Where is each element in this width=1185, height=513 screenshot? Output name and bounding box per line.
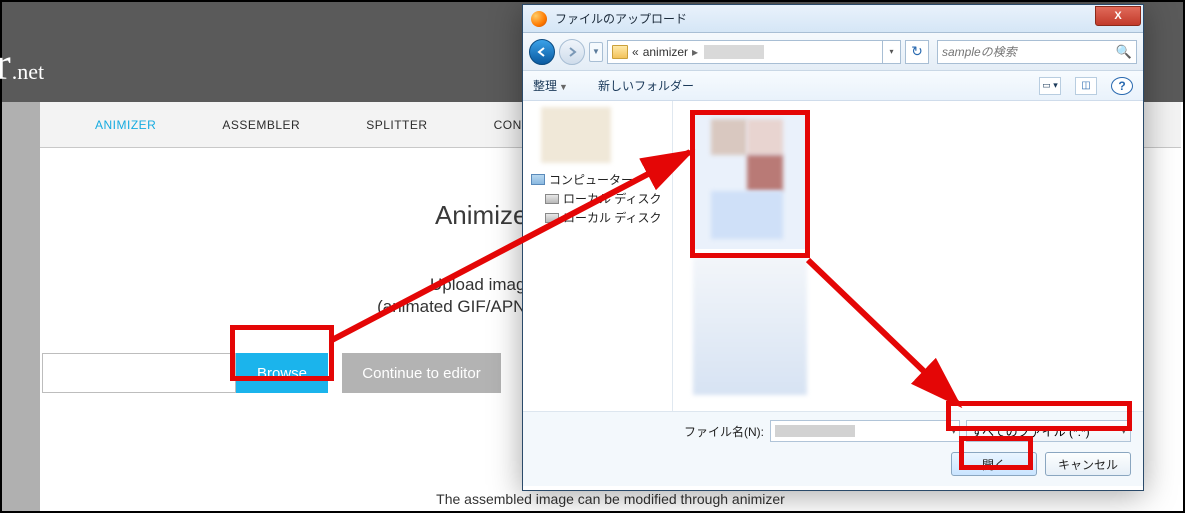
refresh-button[interactable]: ↻ (905, 40, 929, 64)
filename-row: ファイル名(N): ▾ すべてのファイル (*.*) ▾ (535, 420, 1131, 442)
selected-thumbnail[interactable] (693, 111, 807, 249)
back-button[interactable] (529, 39, 555, 65)
page-gutter (2, 102, 40, 511)
file-list-area[interactable] (673, 101, 1143, 411)
breadcrumb-bar[interactable]: « animizer ▸ ▾ (607, 40, 901, 64)
chevron-down-icon[interactable]: ▾ (951, 426, 956, 437)
forward-button[interactable] (559, 39, 585, 65)
continue-button[interactable]: Continue to editor (342, 353, 501, 393)
filename-blur (775, 425, 855, 437)
file-dialog: ファイルのアップロード X ▼ « animizer ▸ ▾ ↻ 🔍 整理▼ 新… (522, 4, 1144, 491)
tree-local-disk-1[interactable]: ローカル ディスク (531, 190, 668, 207)
close-icon: X (1114, 10, 1121, 22)
tree-computer[interactable]: コンピューター (531, 171, 668, 188)
folder-icon (612, 45, 628, 59)
breadcrumb-prefix: « (632, 45, 639, 59)
nav-item-assembler[interactable]: ASSEMBLER (222, 118, 300, 132)
tree-blurred-section (541, 107, 611, 163)
search-box[interactable]: 🔍 (937, 40, 1137, 64)
chevron-right-icon[interactable]: ▸ (688, 45, 702, 59)
thumbnail-2[interactable] (693, 257, 807, 395)
search-input[interactable] (942, 45, 1116, 59)
filter-label: すべてのファイル (*.*) (971, 423, 1090, 440)
brand-right: .net (12, 59, 44, 84)
search-icon[interactable]: 🔍 (1116, 44, 1132, 60)
history-dropdown[interactable]: ▼ (589, 42, 603, 62)
brand-left: er (0, 38, 12, 89)
folder-tree[interactable]: コンピューター ローカル ディスク ローカル ディスク (523, 101, 673, 411)
open-button[interactable]: 開く (951, 452, 1037, 476)
breadcrumb-dropdown[interactable]: ▾ (882, 41, 900, 63)
file-input[interactable] (42, 353, 236, 393)
hdd-icon (545, 213, 559, 223)
close-button[interactable]: X (1095, 6, 1141, 26)
dialog-bottom: ファイル名(N): ▾ すべてのファイル (*.*) ▾ 開く キャンセル (523, 411, 1143, 486)
dialog-titlebar[interactable]: ファイルのアップロード X (523, 5, 1143, 33)
help-button[interactable]: ? (1111, 77, 1133, 95)
filename-label: ファイル名(N): (684, 423, 764, 440)
chevron-down-icon[interactable]: ▾ (1121, 426, 1126, 437)
footer-cut-text: The assembled image can be modified thro… (40, 491, 1181, 507)
site-brand: er.net (0, 37, 44, 90)
browse-button[interactable]: Browse (236, 353, 328, 393)
dialog-title: ファイルのアップロード (555, 10, 687, 27)
dialog-toolbar: 整理▼ 新しいフォルダー ▭ ▾ ◫ ? (523, 71, 1143, 101)
breadcrumb-blur (704, 45, 764, 59)
tree-local-disk-2[interactable]: ローカル ディスク (531, 209, 668, 226)
dialog-body: コンピューター ローカル ディスク ローカル ディスク (523, 101, 1143, 411)
firefox-icon (531, 11, 547, 27)
organize-button[interactable]: 整理▼ (533, 77, 568, 94)
view-button[interactable]: ▭ ▾ (1039, 77, 1061, 95)
filetype-filter[interactable]: すべてのファイル (*.*) ▾ (966, 420, 1131, 442)
new-folder-button[interactable]: 新しいフォルダー (598, 77, 694, 94)
computer-icon (531, 174, 545, 185)
nav-item-splitter[interactable]: SPLITTER (366, 118, 427, 132)
filename-input[interactable]: ▾ (770, 420, 960, 442)
preview-pane-button[interactable]: ◫ (1075, 77, 1097, 95)
dialog-nav-row: ▼ « animizer ▸ ▾ ↻ 🔍 (523, 33, 1143, 71)
hdd-icon (545, 194, 559, 204)
cancel-button[interactable]: キャンセル (1045, 452, 1131, 476)
nav-item-animizer[interactable]: ANIMIZER (95, 118, 156, 132)
breadcrumb-folder[interactable]: animizer (643, 45, 688, 59)
